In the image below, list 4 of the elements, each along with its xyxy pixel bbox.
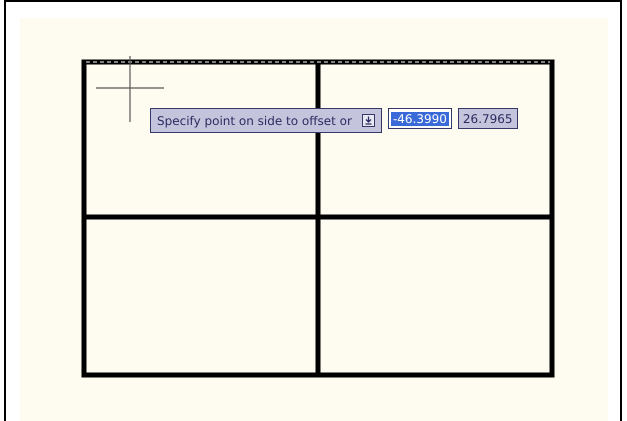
options-arrow-icon[interactable]	[362, 114, 375, 127]
prompt-text: Specify point on side to offset or	[157, 114, 352, 128]
coordinate-field[interactable]: -46.3990	[388, 108, 452, 129]
coordinate-field[interactable]: 26.7965	[458, 108, 518, 129]
